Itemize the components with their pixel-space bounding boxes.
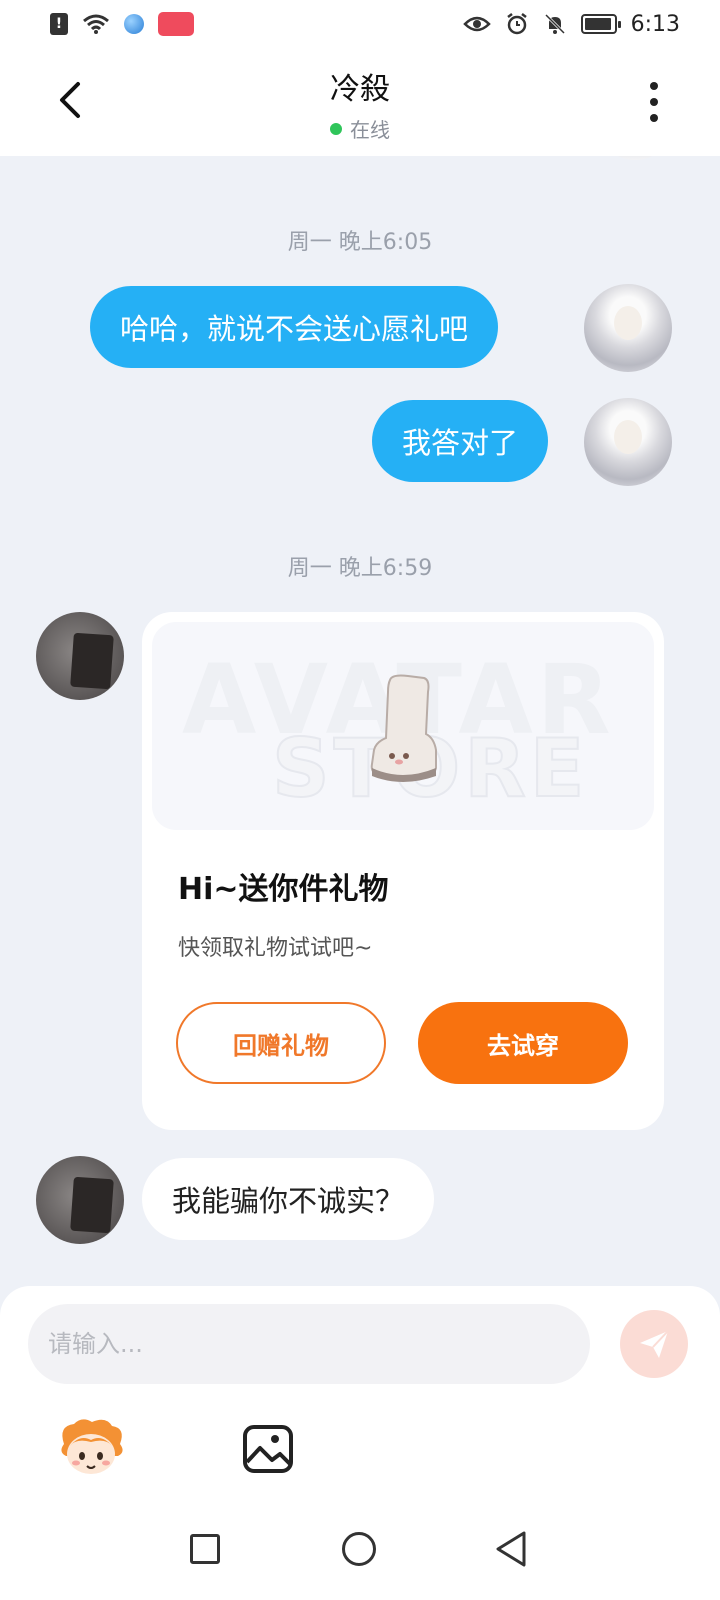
online-status-label: 在线 xyxy=(350,118,390,142)
try-on-button[interactable]: 去试穿 xyxy=(418,1002,628,1084)
image-icon[interactable] xyxy=(242,1424,294,1474)
eye-icon xyxy=(462,16,491,32)
send-icon xyxy=(640,1330,669,1358)
contact-avatar[interactable] xyxy=(36,612,124,700)
outgoing-message-bubble[interactable]: 哈哈，就说不会送心愿礼吧 xyxy=(90,286,499,368)
online-status: 在线 xyxy=(0,114,720,143)
gift-heading: Hi~送你件礼物 xyxy=(178,872,389,907)
wifi-icon xyxy=(83,14,109,34)
battery-icon xyxy=(580,14,621,34)
gift-banner: AVATAR STORE xyxy=(152,622,654,830)
recent-apps-button[interactable] xyxy=(190,1534,220,1564)
status-bar-right: 6:13 xyxy=(462,11,680,37)
status-bar-left: ! xyxy=(50,12,194,36)
previous-avatar[interactable] xyxy=(600,156,670,160)
chat-messages[interactable]: 周一 晚上6:05 哈哈，就说不会送心愿礼吧 我答对了 周一 晚上6:59 AV… xyxy=(0,156,720,1286)
chat-title: 冷殺 xyxy=(330,72,390,107)
contact-avatar[interactable] xyxy=(36,1156,124,1244)
more-dot xyxy=(650,114,658,122)
online-dot-icon xyxy=(330,122,342,135)
home-button[interactable] xyxy=(342,1532,376,1566)
nav-back-icon[interactable] xyxy=(494,1530,528,1568)
sim-alert-icon: ! xyxy=(50,13,68,35)
outgoing-message-bubble[interactable]: 我答对了 xyxy=(372,400,549,482)
my-avatar[interactable] xyxy=(584,398,672,486)
chat-title-wrap: 冷殺 在线 xyxy=(0,64,720,143)
more-vertical-icon xyxy=(650,82,658,90)
message-input[interactable] xyxy=(28,1304,590,1384)
mascot-sticker-icon[interactable] xyxy=(56,1416,126,1478)
incoming-message-bubble[interactable]: 我能骗你不诚实？ xyxy=(142,1158,435,1240)
message-timestamp: 周一 晚上6:05 xyxy=(287,230,433,255)
more-dot xyxy=(650,98,658,106)
send-button[interactable] xyxy=(620,1310,688,1378)
system-nav-bar xyxy=(0,1500,720,1600)
my-avatar[interactable] xyxy=(584,284,672,372)
chat-header: 冷殺 在线 xyxy=(0,48,720,156)
gift-subtext: 快领取礼物试试吧~ xyxy=(178,936,373,961)
status-bar: ! 6:13 xyxy=(0,0,720,48)
alarm-icon xyxy=(506,13,527,35)
status-time: 6:13 xyxy=(630,11,680,37)
return-gift-button[interactable]: 回赠礼物 xyxy=(176,1002,386,1084)
browser-app-icon xyxy=(124,14,144,34)
gift-card[interactable]: AVATAR STORE Hi~送你件礼物 快领取礼物试试吧~ 回赠礼物 去试穿 xyxy=(142,612,664,1130)
bell-off-icon xyxy=(544,13,565,35)
more-options-button[interactable] xyxy=(644,78,664,126)
shopping-app-icon xyxy=(158,12,194,36)
boot-gift-icon xyxy=(370,674,437,782)
message-timestamp: 周一 晚上6:59 xyxy=(287,556,433,581)
